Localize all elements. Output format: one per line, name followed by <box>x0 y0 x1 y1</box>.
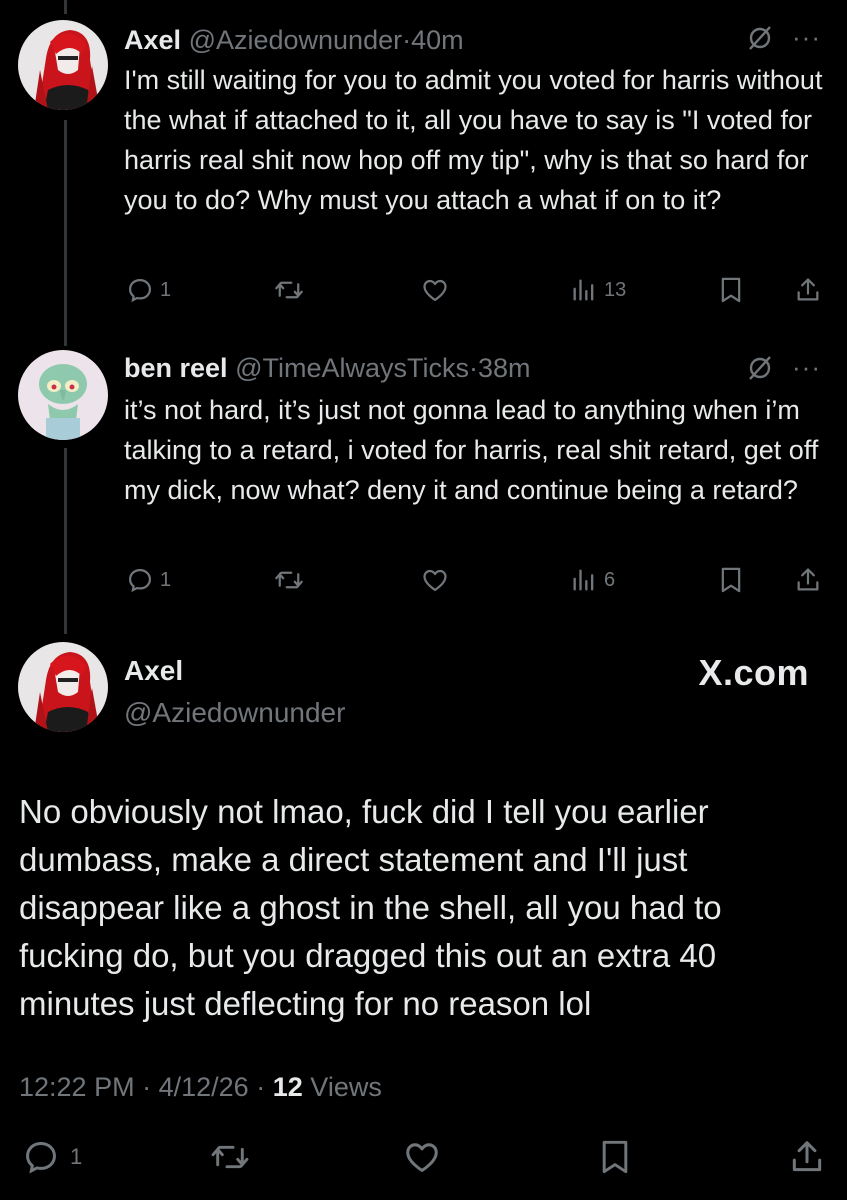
more-icon[interactable]: ··· <box>792 22 821 53</box>
retweet-icon <box>211 1145 249 1169</box>
reply-icon <box>128 568 152 593</box>
tweet-header: ben reel @TimeAlwaysTicks·38m <box>124 352 531 384</box>
main-tweet-text: No obviously not lmao, fuck did I tell y… <box>19 793 722 1022</box>
like-button[interactable] <box>420 276 450 304</box>
share-button[interactable] <box>794 276 822 304</box>
tweet-meta: 12:22 PM · 4/12/26 · 12 Views <box>19 1072 382 1103</box>
author-handle[interactable]: @TimeAlwaysTicks <box>235 353 469 383</box>
reply-button[interactable]: 1 <box>126 566 171 594</box>
bookmark-icon <box>721 567 741 593</box>
share-button[interactable] <box>794 566 822 594</box>
bookmark-button[interactable] <box>718 276 744 304</box>
avatar-axel[interactable] <box>18 642 108 732</box>
thread-line-2 <box>64 448 67 634</box>
views-icon <box>573 569 594 591</box>
tweet-time[interactable]: 12:22 PM <box>19 1072 135 1102</box>
views-button[interactable]: 13 <box>570 276 626 304</box>
share-icon <box>797 278 819 301</box>
thread-line-top <box>64 0 67 14</box>
views-button[interactable]: 6 <box>570 566 615 594</box>
like-button[interactable] <box>402 1138 442 1176</box>
author-name[interactable]: Axel <box>124 25 181 55</box>
tweet-text: I'm still waiting for you to admit you v… <box>124 65 823 215</box>
retweet-button[interactable] <box>274 566 304 594</box>
share-button[interactable] <box>788 1138 826 1176</box>
views-count: 6 <box>604 568 616 591</box>
reply-count: 1 <box>70 1144 83 1169</box>
bookmark-button[interactable] <box>598 1138 632 1176</box>
main-author-handle[interactable]: @Aziedownunder <box>124 697 345 729</box>
more-icon[interactable]: ··· <box>792 352 821 383</box>
separator: · <box>142 1072 152 1102</box>
avatar-axel[interactable] <box>18 20 108 110</box>
tweet-time[interactable]: 40m <box>411 25 464 55</box>
retweet-icon <box>275 281 303 299</box>
tweet-date[interactable]: 4/12/26 <box>159 1072 249 1102</box>
author-handle[interactable]: @Aziedownunder <box>189 25 403 55</box>
share-icon <box>792 1141 822 1172</box>
retweet-icon <box>275 571 303 589</box>
views-label: Views <box>310 1072 382 1102</box>
tweet-time[interactable]: 38m <box>478 353 531 383</box>
bookmark-icon <box>721 277 741 303</box>
bookmark-button[interactable] <box>718 566 744 594</box>
reply-count: 1 <box>160 278 172 301</box>
grok-icon[interactable] <box>746 24 774 52</box>
main-author-name[interactable]: Axel <box>124 655 183 687</box>
x-com-watermark: X.com <box>698 652 809 693</box>
like-icon <box>423 279 447 302</box>
share-icon <box>797 568 819 591</box>
reply-icon <box>26 1142 56 1174</box>
like-icon <box>423 569 447 592</box>
thread-line-1 <box>64 120 67 346</box>
retweet-button[interactable] <box>274 276 304 304</box>
separator: · <box>468 353 478 383</box>
retweet-button[interactable] <box>210 1138 250 1176</box>
like-icon <box>406 1143 438 1172</box>
like-button[interactable] <box>420 566 450 594</box>
reply-button[interactable]: 1 <box>126 276 171 304</box>
grok-icon[interactable] <box>746 354 774 382</box>
reply-icon <box>128 278 152 303</box>
reply-count: 1 <box>160 568 172 591</box>
bookmark-icon <box>602 1140 628 1174</box>
separator: · <box>402 25 412 55</box>
separator: · <box>256 1072 266 1102</box>
views-icon <box>573 279 594 301</box>
author-name[interactable]: ben reel <box>124 353 228 383</box>
reply-button[interactable]: 1 <box>22 1138 82 1176</box>
avatar-ben-reel[interactable] <box>18 350 108 440</box>
views-count: 12 <box>272 1072 303 1102</box>
tweet-header: Axel @Aziedownunder·40m <box>124 24 464 56</box>
views-count: 13 <box>604 278 627 301</box>
tweet-text: it’s not hard, it’s just not gonna lead … <box>124 395 819 505</box>
